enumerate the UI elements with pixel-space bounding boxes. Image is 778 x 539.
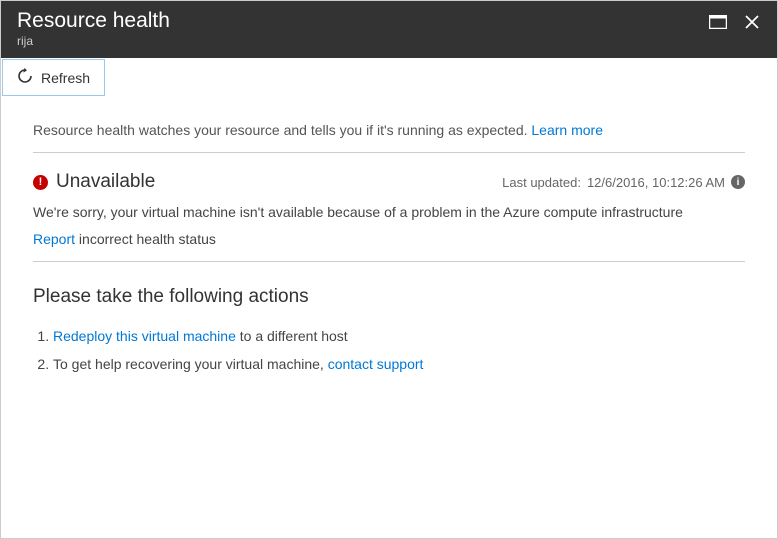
last-updated: Last updated: 12/6/2016, 10:12:26 AM i xyxy=(502,175,745,190)
status-header: ! Unavailable Last updated: 12/6/2016, 1… xyxy=(33,171,745,193)
status-title: Unavailable xyxy=(56,171,155,193)
intro-description: Resource health watches your resource an… xyxy=(33,122,531,138)
refresh-icon xyxy=(17,68,33,87)
list-item: Redeploy this virtual machine to a diffe… xyxy=(53,322,745,350)
report-link[interactable]: Report xyxy=(33,231,75,247)
actions-title: Please take the following actions xyxy=(33,286,745,308)
report-suffix: incorrect health status xyxy=(75,231,216,247)
status-block: ! Unavailable Last updated: 12/6/2016, 1… xyxy=(33,153,745,261)
refresh-label: Refresh xyxy=(41,70,90,86)
last-updated-value: 12/6/2016, 10:12:26 AM xyxy=(587,175,725,190)
content-area: Resource health watches your resource an… xyxy=(1,96,777,402)
last-updated-label: Last updated: xyxy=(502,175,581,190)
refresh-button[interactable]: Refresh xyxy=(2,59,105,96)
restore-icon[interactable] xyxy=(703,9,733,35)
action-suffix: to a different host xyxy=(236,328,348,344)
intro-text: Resource health watches your resource an… xyxy=(33,112,745,152)
blade-header: Resource health rija xyxy=(1,1,777,58)
close-icon[interactable] xyxy=(737,9,767,35)
actions-block: Please take the following actions Redepl… xyxy=(33,262,745,386)
status-description: We're sorry, your virtual machine isn't … xyxy=(33,203,745,223)
page-subtitle: rija xyxy=(17,34,761,48)
redeploy-link[interactable]: Redeploy this virtual machine xyxy=(53,328,236,344)
info-icon[interactable]: i xyxy=(731,175,745,189)
action-prefix: To get help recovering your virtual mach… xyxy=(53,356,328,372)
list-item: To get help recovering your virtual mach… xyxy=(53,350,745,378)
learn-more-link[interactable]: Learn more xyxy=(531,122,603,138)
toolbar: Refresh xyxy=(1,58,777,96)
error-icon: ! xyxy=(33,175,48,190)
status-left: ! Unavailable xyxy=(33,171,155,193)
actions-list: Redeploy this virtual machine to a diffe… xyxy=(33,322,745,378)
contact-support-link[interactable]: contact support xyxy=(328,356,424,372)
page-title: Resource health xyxy=(17,9,761,33)
header-controls xyxy=(703,9,767,35)
report-line: Report incorrect health status xyxy=(33,231,745,247)
